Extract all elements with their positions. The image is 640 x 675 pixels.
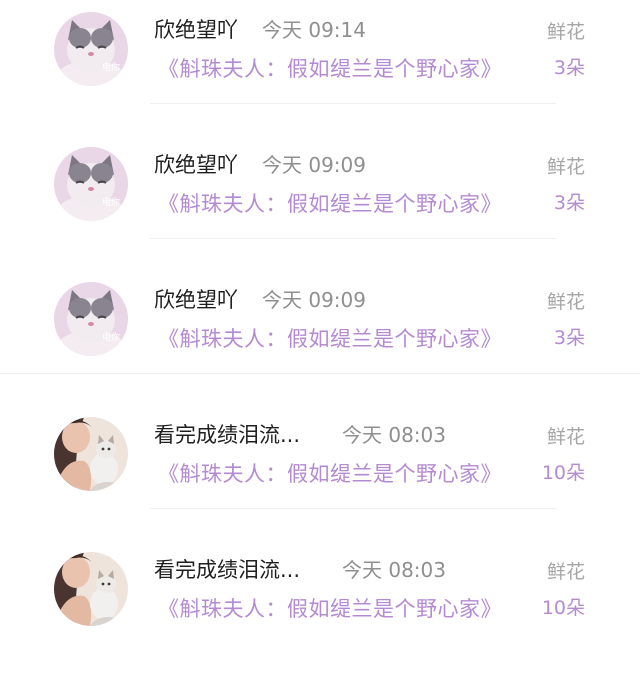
gift-record-row[interactable]: 看完成绩泪流... 今天 08:03 鲜花 《斛珠夫人：假如缇兰是个野心家》 1… <box>0 405 640 540</box>
gift-type: 鲜花 <box>546 561 585 583</box>
gift-type: 鲜花 <box>546 156 585 178</box>
row-divider <box>150 508 556 509</box>
user-avatar[interactable] <box>54 417 128 491</box>
avatar-caption: 电你 <box>102 61 120 73</box>
gift-time: 今天 09:09 <box>262 153 366 177</box>
gift-type: 鲜花 <box>546 21 585 43</box>
gift-count: 10朵 <box>541 597 585 619</box>
gift-record-row[interactable]: 电你 欣绝望吖 今天 09:14 鲜花 《斛珠夫人：假如缇兰是个野心家》 3朵 <box>0 0 640 135</box>
row-divider <box>0 373 640 374</box>
gift-type: 鲜花 <box>546 291 585 313</box>
gift-count: 3朵 <box>553 192 585 214</box>
gift-count: 3朵 <box>553 57 585 79</box>
user-avatar[interactable] <box>54 552 128 626</box>
book-title[interactable]: 《斛珠夫人：假如缇兰是个野心家》 <box>158 458 502 490</box>
user-name: 欣绝望吖 <box>154 18 238 42</box>
gift-time: 今天 09:09 <box>262 288 366 312</box>
user-name: 欣绝望吖 <box>154 288 238 312</box>
gift-record-row[interactable]: 电你 欣绝望吖 今天 09:09 鲜花 《斛珠夫人：假如缇兰是个野心家》 3朵 <box>0 135 640 270</box>
girl-with-cat-avatar-image <box>54 552 128 626</box>
gift-count: 3朵 <box>553 327 585 349</box>
book-title[interactable]: 《斛珠夫人：假如缇兰是个野心家》 <box>158 53 502 85</box>
user-avatar[interactable]: 电你 <box>54 12 128 86</box>
gift-record-list: 电你 欣绝望吖 今天 09:14 鲜花 《斛珠夫人：假如缇兰是个野心家》 3朵 … <box>0 0 640 663</box>
row-divider <box>150 103 556 104</box>
gift-count: 10朵 <box>541 462 585 484</box>
gift-record-row[interactable]: 看完成绩泪流... 今天 08:03 鲜花 《斛珠夫人：假如缇兰是个野心家》 1… <box>0 540 640 675</box>
girl-with-cat-avatar-image <box>54 417 128 491</box>
user-avatar[interactable]: 电你 <box>54 282 128 356</box>
book-title[interactable]: 《斛珠夫人：假如缇兰是个野心家》 <box>158 323 502 355</box>
user-name: 看完成绩泪流... <box>154 558 301 582</box>
cat-avatar-image: 电你 <box>54 147 128 221</box>
user-name: 看完成绩泪流... <box>154 423 301 447</box>
cat-avatar-image: 电你 <box>54 282 128 356</box>
gift-type: 鲜花 <box>546 426 585 448</box>
user-name: 欣绝望吖 <box>154 153 238 177</box>
user-avatar[interactable]: 电你 <box>54 147 128 221</box>
gift-time: 今天 08:03 <box>342 423 446 447</box>
avatar-caption: 电你 <box>102 331 120 343</box>
gift-record-row[interactable]: 电你 欣绝望吖 今天 09:09 鲜花 《斛珠夫人：假如缇兰是个野心家》 3朵 <box>0 270 640 405</box>
cat-avatar-image: 电你 <box>54 12 128 86</box>
row-divider <box>150 238 556 239</box>
gift-time: 今天 09:14 <box>262 18 366 42</box>
avatar-caption: 电你 <box>102 196 120 208</box>
book-title[interactable]: 《斛珠夫人：假如缇兰是个野心家》 <box>158 188 502 220</box>
book-title[interactable]: 《斛珠夫人：假如缇兰是个野心家》 <box>158 593 502 625</box>
gift-time: 今天 08:03 <box>342 558 446 582</box>
